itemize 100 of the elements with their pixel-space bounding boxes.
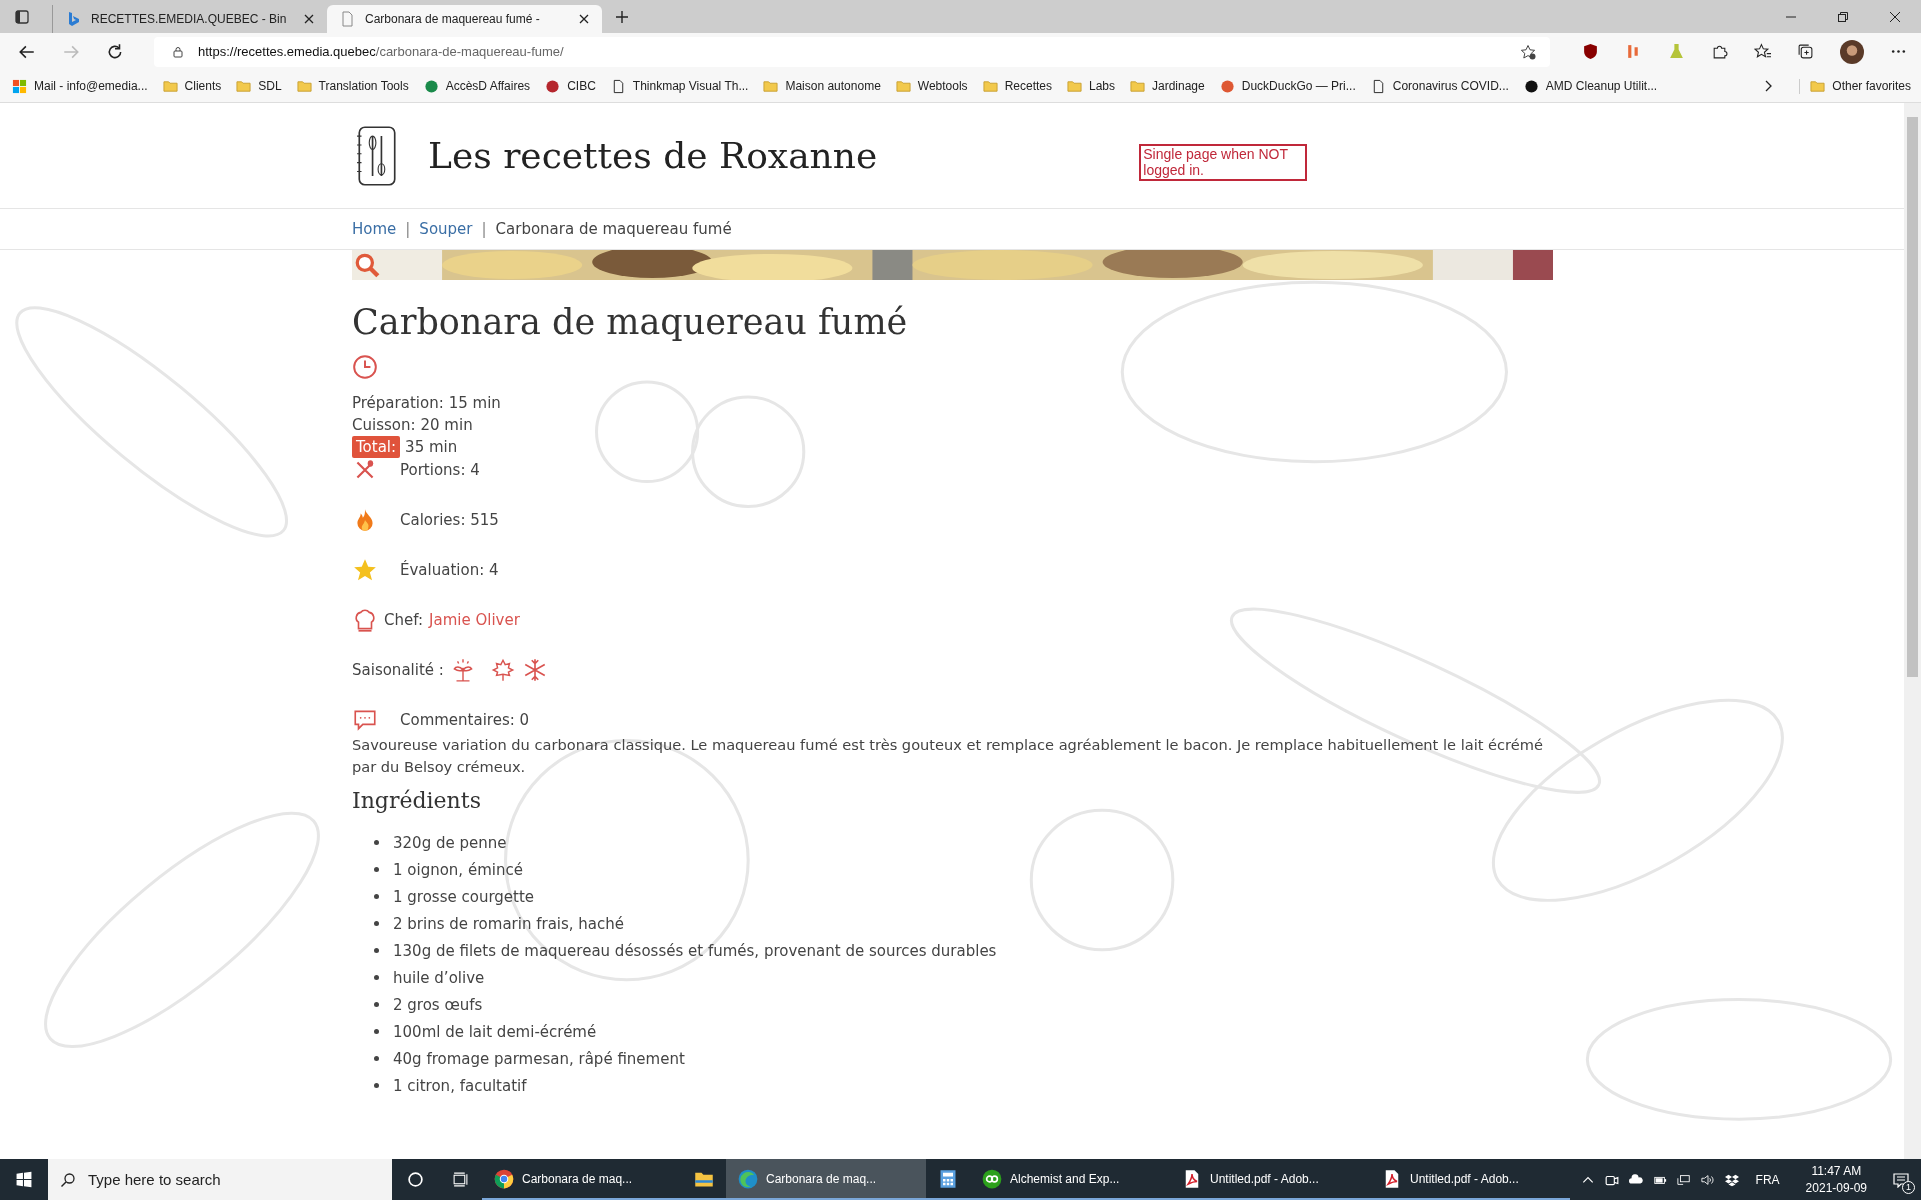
restore-icon[interactable]: [1837, 10, 1849, 23]
folder-icon: [162, 78, 178, 94]
section-heading: Ingrédients: [352, 788, 482, 813]
recipe-title: Carbonara de maquereau fumé: [352, 302, 909, 342]
avatar-icon[interactable]: [1840, 39, 1864, 64]
bookmark[interactable]: DuckDuckGo — Pri...: [1219, 78, 1356, 94]
cloud-icon[interactable]: [1628, 1172, 1643, 1187]
bookmark[interactable]: Jardinage: [1130, 78, 1205, 94]
site-icon: [1523, 78, 1539, 94]
network-icon[interactable]: [1676, 1172, 1691, 1187]
time-label: Cuisson:: [352, 415, 416, 436]
bookmark[interactable]: SDL: [236, 78, 282, 94]
breadcrumb-link[interactable]: Souper: [419, 220, 473, 238]
search-icon: [60, 1171, 76, 1188]
browser-tab[interactable]: Carbonara de maquereau fumé -: [327, 5, 602, 33]
close-icon[interactable]: [303, 13, 315, 25]
folder-icon: [982, 78, 998, 94]
refresh-icon[interactable]: [106, 42, 124, 61]
chef-label: Chef:: [384, 611, 423, 629]
language-indicator[interactable]: FRA: [1755, 1172, 1780, 1187]
site-icon: [423, 78, 439, 94]
bookmark[interactable]: Maison autonome: [763, 78, 881, 94]
add-favorite-icon[interactable]: [1520, 43, 1536, 60]
notifications-button[interactable]: 1: [1881, 1159, 1921, 1200]
recipe-description: Savoureuse variation du carbonara classique. Le maquereau fumé est très gouteux et remplace agréablement le bacon. Je remplace habituellement le lait écrémé par du Belsoy crémeux.: [352, 735, 1544, 777]
message-icon: [1893, 1171, 1909, 1188]
calculator-icon: [938, 1168, 958, 1189]
breadcrumb-separator: |: [481, 220, 487, 238]
clock-icon: [352, 354, 378, 380]
shield-icon[interactable]: [1582, 43, 1599, 60]
new-tab-icon[interactable]: [614, 8, 630, 25]
ingredient-item: 320g de penne: [393, 833, 507, 852]
ingredient-item: 40g fromage parmesan, râpé finement: [393, 1049, 685, 1068]
dropbox-icon[interactable]: [1724, 1172, 1739, 1187]
taskbar-search-box[interactable]: Type here to search: [48, 1159, 392, 1200]
site-icon: [1219, 78, 1235, 94]
windows-logo-icon: [12, 78, 27, 94]
favorites-icon[interactable]: [1754, 43, 1771, 60]
chef-link[interactable]: Jamie Oliver: [429, 611, 520, 629]
bookmark[interactable]: Webtools: [895, 78, 968, 94]
taskbar-app[interactable]: Carbonara de maq...: [482, 1159, 682, 1200]
site-icon: [545, 78, 561, 94]
bookmark[interactable]: Coronavirus COVID...: [1370, 78, 1509, 94]
taskbar-clock[interactable]: 11:47 AM 2021-09-09: [1805, 1164, 1867, 1195]
bookmark[interactable]: CIBC: [545, 78, 596, 94]
folder-icon: [296, 78, 312, 94]
bookmark[interactable]: AccèsD Affaires: [423, 78, 531, 94]
season-label: Saisonalité :: [352, 661, 444, 679]
folder-icon: [1810, 78, 1826, 94]
star-icon: [352, 557, 378, 583]
tab-title: RECETTES.EMEDIA.QUEBEC - Bin: [91, 12, 288, 26]
time-value: 20 min: [420, 415, 473, 436]
bookmark[interactable]: Thinkmap Visual Th...: [610, 78, 749, 94]
edge-icon: [738, 1168, 758, 1189]
notice-box: Single page when NOT logged in.: [1139, 144, 1308, 181]
lock-icon: [172, 45, 184, 58]
fact-text: Évaluation: 4: [400, 561, 499, 579]
fact-text: Calories: 515: [400, 511, 499, 529]
bookmark[interactable]: Mail - info@emedia...: [12, 78, 148, 94]
close-icon[interactable]: [578, 13, 590, 25]
ingredient-item: 1 grosse courgette: [393, 887, 535, 906]
chef-hat-icon: [352, 607, 378, 633]
site-title[interactable]: Les recettes de Roxanne: [428, 135, 878, 176]
taskbar-app[interactable]: Carbonara de maq...: [726, 1159, 926, 1200]
bookmark[interactable]: AMD Cleanup Utilit...: [1523, 78, 1658, 94]
folder-icon: [1130, 78, 1145, 94]
chrome-icon: [494, 1168, 514, 1189]
url-text: https://recettes.emedia.quebec/carbonara-de-maquereau-fume/: [198, 44, 564, 59]
bookmark[interactable]: Translation Tools: [296, 78, 409, 94]
address-bar[interactable]: https://recettes.emedia.quebec/carbonara-de-maquereau-fume/: [154, 36, 1550, 67]
ingredient-item: 2 brins de romarin frais, haché: [393, 914, 625, 933]
fact-text: Portions: 4: [400, 461, 480, 479]
folder-icon: [895, 78, 911, 94]
task-view-icon[interactable]: [452, 1171, 469, 1188]
taskbar-app[interactable]: Alchemist and Exp...: [970, 1159, 1170, 1200]
tab-actions-icon[interactable]: [14, 8, 30, 25]
bookmark[interactable]: Other favorites: [1799, 78, 1911, 94]
folder-icon: [236, 78, 252, 94]
breadcrumb-current: Carbonara de maquereau fumé: [495, 220, 732, 238]
tab-title: Carbonara de maquereau fumé -: [365, 12, 541, 26]
bookmark[interactable]: Recettes: [982, 78, 1052, 94]
collections-icon[interactable]: [1797, 43, 1814, 60]
puzzle-icon[interactable]: [1711, 43, 1728, 60]
ingredient-item: huile d’olive: [393, 968, 485, 987]
qb-icon: [982, 1168, 1002, 1189]
folder-icon: [763, 78, 779, 94]
time-label: Total:: [352, 436, 401, 458]
ingredient-item: 1 citron, facultatif: [393, 1076, 527, 1095]
speaker-icon[interactable]: [1700, 1172, 1715, 1187]
bookmark[interactable]: Clients: [162, 78, 222, 94]
cortana-icon[interactable]: [407, 1171, 424, 1188]
taskbar-app[interactable]: Untitled.pdf - Adob...: [1370, 1159, 1570, 1200]
time-value: 15 min: [448, 393, 501, 414]
close-icon[interactable]: [1889, 10, 1901, 23]
bookmark[interactable]: Labs: [1067, 78, 1115, 94]
scrollbar[interactable]: [1904, 103, 1921, 1159]
breadcrumb-link[interactable]: Home: [352, 220, 397, 238]
ingredient-item: 130g de filets de maquereau désossés et fumés, provenant de sources durables: [393, 941, 997, 960]
ingredient-item: 2 gros œufs: [393, 995, 483, 1014]
taskbar-app[interactable]: Untitled.pdf - Adob...: [1170, 1159, 1370, 1200]
